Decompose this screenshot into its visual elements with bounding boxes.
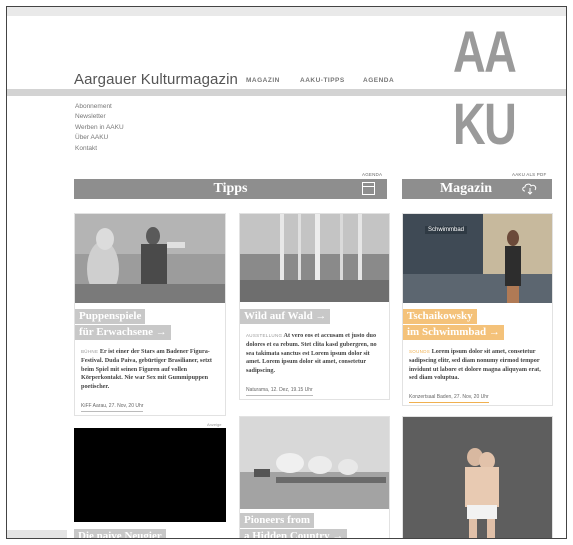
link-abonnement[interactable]: Abonnement — [75, 102, 124, 112]
card-text: SOUNDS Lorem ipsum dolor sit amet, conse… — [409, 348, 546, 383]
card-meta: KiFF Aarau, 27. Nov, 20 Uhr — [81, 403, 144, 412]
advertisement[interactable] — [74, 428, 226, 522]
card-description: At vero eos et accusam et justo duo dolo… — [246, 332, 377, 375]
link-kontakt[interactable]: Kontakt — [75, 144, 124, 154]
forest-photo[interactable] — [240, 214, 389, 302]
top-bar — [7, 7, 566, 16]
secondary-nav: Abonnement Newsletter Werben in AAKU Übe… — [75, 102, 124, 154]
title-line-1: Puppenspiele — [75, 309, 146, 324]
card-die-naive-neugier[interactable]: Die naive Neugier — [74, 529, 226, 538]
tipps-header: Tipps — [74, 179, 387, 199]
nav-agenda[interactable]: AGENDA — [363, 77, 394, 84]
agenda-label[interactable]: AGENDA — [362, 172, 382, 177]
title-line-1: Wild auf Wald → — [240, 309, 331, 324]
card-category: AUSSTELLUNG — [246, 333, 283, 338]
site-title[interactable]: Aargauer Kulturmagazin — [74, 71, 238, 88]
violinist-photo[interactable]: Schwimmbad — [403, 214, 552, 303]
link-ueber-aaku[interactable]: Über AAKU — [75, 133, 124, 143]
card-description: Er ist einer der Stars am Badener Figura… — [81, 348, 212, 391]
card-title[interactable]: Tschaikowsky im Schwimmbad → — [403, 309, 504, 341]
card-text: BÜHNE Er ist einer der Stars am Badener … — [81, 348, 219, 392]
nav-aaku-tipps[interactable]: AAKU-TIPPS — [300, 77, 345, 84]
calendar-icon[interactable] — [362, 182, 375, 195]
nav-magazin[interactable]: MAGAZIN — [246, 77, 280, 84]
card-title[interactable]: Die naive Neugier — [74, 529, 166, 538]
cloud-download-icon[interactable] — [521, 182, 539, 195]
ad-label: Anzeige — [207, 422, 222, 427]
title-line-1: Pioneers from — [240, 513, 315, 528]
title-line-2: für Erwachsene → — [75, 325, 171, 340]
card-text: AUSSTELLUNG At vero eos et accusam et ju… — [246, 332, 383, 376]
aaku-logo[interactable]: AA KU — [453, 20, 517, 157]
card-pioneers[interactable]: Pioneers from a Hidden Country → — [239, 416, 390, 538]
tipps-title: Tipps — [213, 181, 248, 196]
card-dancers[interactable] — [402, 416, 553, 538]
link-werben[interactable]: Werben in AAKU — [75, 123, 124, 133]
card-title[interactable]: Wild auf Wald → — [240, 309, 331, 325]
card-puppenspiele[interactable]: Puppenspiele für Erwachsene → BÜHNE Er i… — [74, 213, 226, 416]
magazin-header: Magazin — [402, 179, 552, 199]
magazin-title: Magazin — [439, 181, 493, 196]
title-line-2: im Schwimmbad → — [403, 325, 504, 340]
wagon-photo[interactable] — [240, 417, 389, 509]
title-line-1: Tschaikowsky — [403, 309, 477, 324]
bottom-bar — [7, 530, 67, 538]
title-line-1: Die naive Neugier — [74, 529, 166, 538]
card-category: BÜHNE — [81, 349, 99, 354]
card-category: SOUNDS — [409, 349, 431, 354]
browser-viewport: Aargauer Kulturmagazin MAGAZIN AAKU-TIPP… — [6, 6, 567, 539]
dancers-photo[interactable] — [403, 417, 552, 538]
card-wild-auf-wald[interactable]: Wild auf Wald → AUSSTELLUNG At vero eos … — [239, 213, 390, 400]
card-meta: Konzertsaal Baden, 27. Nov, 20 Uhr — [409, 394, 489, 403]
photo-sign: Schwimmbad — [425, 226, 468, 234]
link-newsletter[interactable]: Newsletter — [75, 112, 124, 122]
logo-line-2: KU — [453, 92, 517, 157]
card-title[interactable]: Puppenspiele für Erwachsene → — [75, 309, 171, 341]
aaku-pdf-label[interactable]: AAKU ALS PDF — [512, 172, 546, 177]
card-tschaikowsky[interactable]: Schwimmbad Tschaikowsky im Schwimmbad → … — [402, 213, 553, 406]
card-title[interactable]: Pioneers from a Hidden Country → — [240, 513, 348, 538]
card-meta: Naturama, 12. Dez, 19.15 Uhr — [246, 387, 313, 396]
title-line-2: a Hidden Country → — [240, 529, 348, 538]
puppet-photo[interactable] — [75, 214, 225, 303]
logo-line-1: AA — [453, 20, 517, 85]
